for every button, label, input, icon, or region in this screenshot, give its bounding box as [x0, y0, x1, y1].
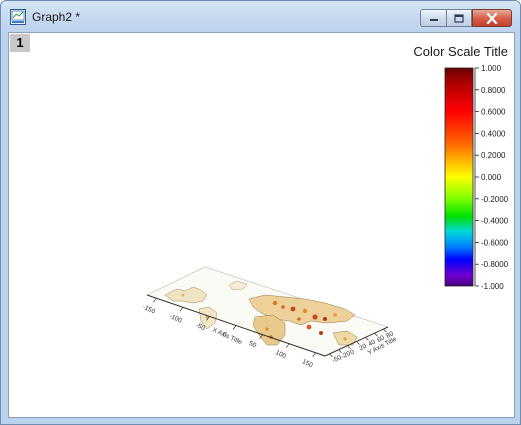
color-scale[interactable]: 1.000 0.8000 0.6000 0.4000 0.2000 0.000 -0.200… — [444, 64, 509, 291]
graph-window: Graph2 * 1 Color Scale Title 1.000 0.800… — [0, 0, 521, 425]
graph-canvas: Color Scale Title 1.000 0.8000 0.6000 0.400… — [141, 44, 509, 369]
color-scale-tick-label: -0.4000 — [481, 217, 509, 226]
x-tick-mark — [285, 343, 290, 348]
hotspot — [181, 293, 185, 297]
color-scale-title[interactable]: Color Scale Title — [413, 44, 508, 59]
color-scale-tick-label: 0.2000 — [481, 151, 506, 160]
map-plot-3d[interactable]: -150-100-50050100150 -50-20020 40 60 80 X A… — [141, 266, 398, 369]
color-scale-tick-label: 0.6000 — [481, 108, 506, 117]
x-tick-label: 50 — [248, 340, 258, 350]
hotspot — [272, 300, 278, 306]
x-tick-mark — [179, 307, 184, 312]
window-controls — [420, 9, 512, 27]
color-scale-ticks: 1.000 0.8000 0.6000 0.4000 0.2000 0.000 -0.200… — [475, 64, 509, 291]
maximize-icon — [454, 13, 464, 23]
x-tick-label: -100 — [168, 313, 183, 325]
hotspot — [297, 317, 301, 321]
color-scale-tick-label: 0.8000 — [481, 86, 506, 95]
close-button[interactable] — [472, 9, 512, 27]
hotspot — [306, 324, 312, 330]
title-bar[interactable]: Graph2 * — [1, 1, 520, 33]
close-icon — [486, 12, 498, 24]
minimize-icon — [429, 19, 438, 21]
color-scale-tick-label: -0.8000 — [481, 260, 509, 269]
hotspot — [281, 305, 285, 309]
hotspot — [343, 337, 347, 341]
hotspot — [290, 306, 296, 312]
hotspot — [333, 313, 337, 317]
graph-window-icon — [10, 9, 26, 25]
x-tick-label: 100 — [274, 349, 287, 360]
color-scale-tick-label: 1.000 — [481, 64, 502, 73]
y-tick-mark — [356, 341, 360, 345]
y-tick-mark — [365, 337, 369, 341]
color-scale-tick-label: -1.000 — [481, 282, 504, 291]
y-tick-mark — [338, 349, 342, 354]
hotspot — [265, 327, 269, 331]
y-tick-mark — [347, 345, 351, 349]
hotspot — [302, 308, 308, 314]
color-scale-tick-label: 0.4000 — [481, 129, 506, 138]
maximize-button[interactable] — [446, 9, 472, 27]
x-tick-mark — [312, 352, 316, 358]
x-tick-label: -150 — [141, 304, 156, 316]
x-tick-label: 150 — [301, 358, 314, 369]
x-tick-mark — [232, 325, 237, 330]
color-scale-bar[interactable] — [444, 67, 474, 287]
color-scale-tick-label: -0.2000 — [481, 195, 509, 204]
x-tick-mark — [153, 297, 157, 303]
y-tick-mark — [383, 328, 387, 333]
hotspot — [323, 317, 327, 321]
color-scale-tick-label: -0.6000 — [481, 238, 509, 247]
hotspot — [312, 314, 318, 320]
minimize-button[interactable] — [420, 9, 446, 27]
graph-page[interactable]: 1 Color Scale Title 1.000 0.8000 0.6000 … — [8, 32, 515, 418]
x-axis-title[interactable]: X Axis Title — [211, 326, 243, 346]
color-scale-tick-label: 0.000 — [481, 173, 502, 182]
hotspot — [319, 331, 323, 335]
y-tick-mark — [329, 353, 333, 358]
window-title: Graph2 * — [32, 10, 81, 24]
y-tick-mark — [374, 332, 378, 337]
